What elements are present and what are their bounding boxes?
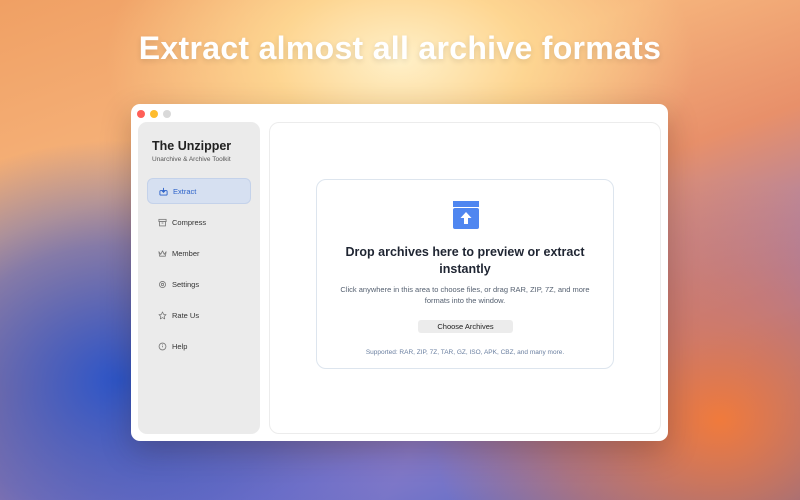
drop-zone-description: Click anywhere in this area to choose fi…	[340, 285, 590, 305]
star-icon	[157, 310, 167, 320]
main-panel: Drop archives here to preview or extract…	[269, 122, 661, 434]
sidebar-item-label: Compress	[172, 217, 207, 227]
sidebar-item-label: Extract	[173, 186, 197, 196]
sidebar-nav: Extract Compress Member Settings Rate Us…	[147, 178, 251, 364]
choose-archives-button[interactable]: Choose Archives	[418, 320, 513, 333]
upload-box-icon	[453, 201, 479, 229]
sidebar-item-member[interactable]: Member	[147, 240, 251, 266]
gear-icon	[157, 279, 167, 289]
supported-formats-text: Supported: RAR, ZIP, 7Z, TAR, GZ, ISO, A…	[365, 349, 565, 356]
sidebar-item-help[interactable]: Help	[147, 333, 251, 359]
close-window-button[interactable]	[137, 110, 145, 118]
sidebar-item-label: Help	[172, 341, 188, 351]
help-icon	[157, 341, 167, 351]
minimize-window-button[interactable]	[150, 110, 158, 118]
sidebar-item-label: Member	[172, 248, 200, 258]
sidebar-item-compress[interactable]: Compress	[147, 209, 251, 235]
sidebar-item-label: Rate Us	[172, 310, 200, 320]
sidebar-item-label: Settings	[172, 279, 200, 289]
drop-zone[interactable]: Drop archives here to preview or extract…	[316, 179, 614, 369]
app-title: The Unzipper	[152, 139, 232, 153]
window-controls	[137, 110, 171, 118]
archive-box-icon	[157, 217, 167, 227]
crown-icon	[157, 248, 167, 258]
zoom-window-button[interactable]	[163, 110, 171, 118]
hero-title: Extract almost all archive formats	[138, 30, 662, 66]
sidebar: The Unzipper Unarchive & Archive Toolkit…	[138, 122, 260, 434]
sidebar-item-rate-us[interactable]: Rate Us	[147, 302, 251, 328]
sidebar-item-settings[interactable]: Settings	[147, 271, 251, 297]
app-window: The Unzipper Unarchive & Archive Toolkit…	[131, 104, 668, 441]
drop-zone-title: Drop archives here to preview or extract…	[345, 245, 585, 276]
extract-icon	[158, 186, 168, 196]
app-subtitle: Unarchive & Archive Toolkit	[152, 156, 231, 163]
sidebar-item-extract[interactable]: Extract	[147, 178, 251, 204]
